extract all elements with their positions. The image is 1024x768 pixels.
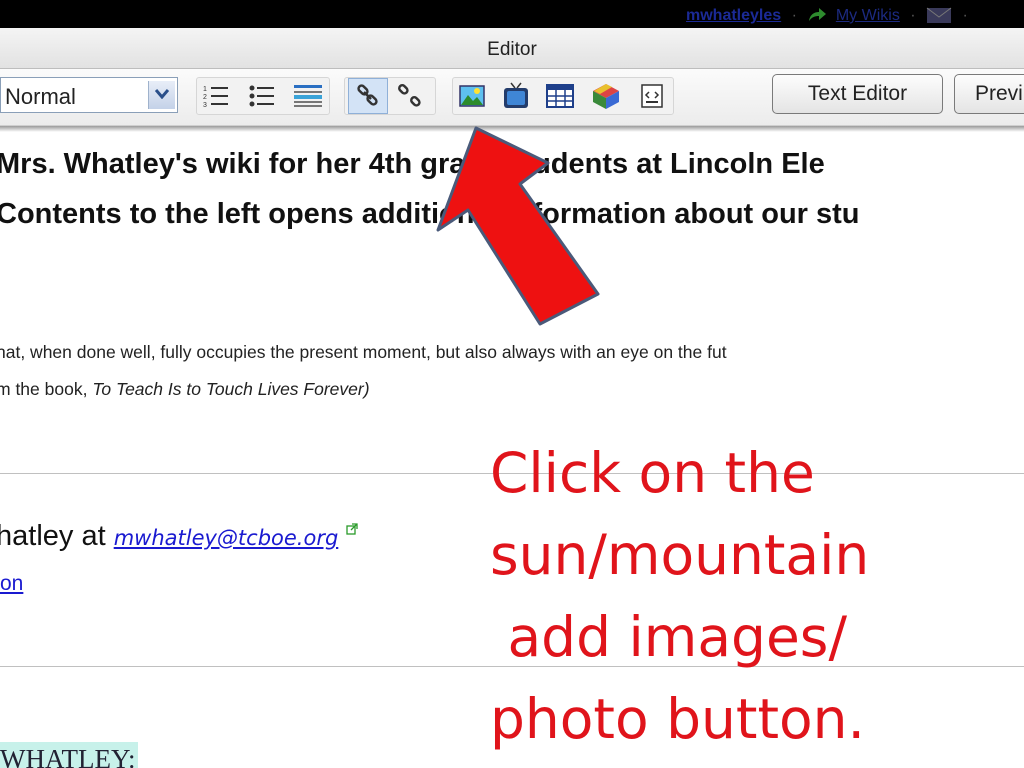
separator: · (791, 7, 797, 24)
numbered-list-icon[interactable]: 1 2 3 (200, 79, 232, 113)
text-editor-button[interactable]: Text Editor (772, 74, 943, 114)
quote-book-title: To Teach Is to Touch Lives Forever) (92, 379, 370, 399)
contact-prefix: hatley at (0, 520, 114, 552)
quote-source-prefix: m the book, (0, 379, 93, 399)
quote-line-1: hat, when done well, fully occupies the … (0, 342, 727, 362)
link-icon[interactable] (348, 78, 388, 114)
on-link[interactable]: on (0, 572, 23, 596)
account-links: mwhatleyles · My Wikis · · (686, 6, 974, 29)
instruction-callout: Click on the sun/mountain add images/ ph… (490, 432, 1024, 760)
contact-line: hatley at mwhatley@tcboe.org (0, 520, 358, 553)
callout-line: sun/mountain (490, 523, 870, 587)
callout-line: add images/ (490, 605, 847, 669)
top-bar: mwhatleyles · My Wikis · · (0, 0, 1024, 28)
my-wikis-link[interactable]: My Wikis (836, 7, 900, 24)
chevron-down-icon[interactable] (148, 81, 175, 109)
horizontal-rule-icon[interactable] (292, 79, 324, 113)
email-link[interactable]: mwhatley@tcboe.org (114, 526, 339, 550)
separator: · (910, 7, 916, 24)
whatley-heading: WHATLEY: (0, 742, 138, 768)
intro-line-1: Mrs. Whatley's wiki for her 4th grade st… (0, 148, 825, 180)
svg-text:2: 2 (203, 94, 207, 101)
arrow-icon (436, 126, 600, 326)
editor-title: Editor (487, 39, 537, 60)
editor-title-bar: Editor (0, 28, 1024, 69)
unlink-icon[interactable] (394, 79, 426, 113)
video-icon[interactable] (500, 79, 532, 113)
image-icon[interactable] (456, 79, 488, 113)
preview-button[interactable]: Previ (954, 74, 1024, 114)
format-select-value: Normal (5, 84, 76, 109)
format-select[interactable]: Normal (0, 77, 178, 113)
svg-text:1: 1 (203, 86, 207, 93)
table-icon[interactable] (544, 79, 576, 113)
widget-icon[interactable] (590, 79, 622, 113)
svg-text:3: 3 (203, 102, 207, 109)
quote-line-2: m the book, To Teach Is to Touch Lives F… (0, 379, 370, 400)
code-icon[interactable] (636, 79, 668, 113)
username-link[interactable]: mwhatleyles (686, 7, 781, 24)
mail-icon[interactable] (926, 6, 952, 29)
callout-line: Click on the (490, 441, 815, 505)
external-link-icon (346, 523, 358, 535)
bullet-list-icon[interactable] (246, 79, 278, 113)
separator: · (962, 7, 968, 24)
arrow-icon (807, 7, 827, 28)
callout-line: photo button. (490, 687, 866, 751)
